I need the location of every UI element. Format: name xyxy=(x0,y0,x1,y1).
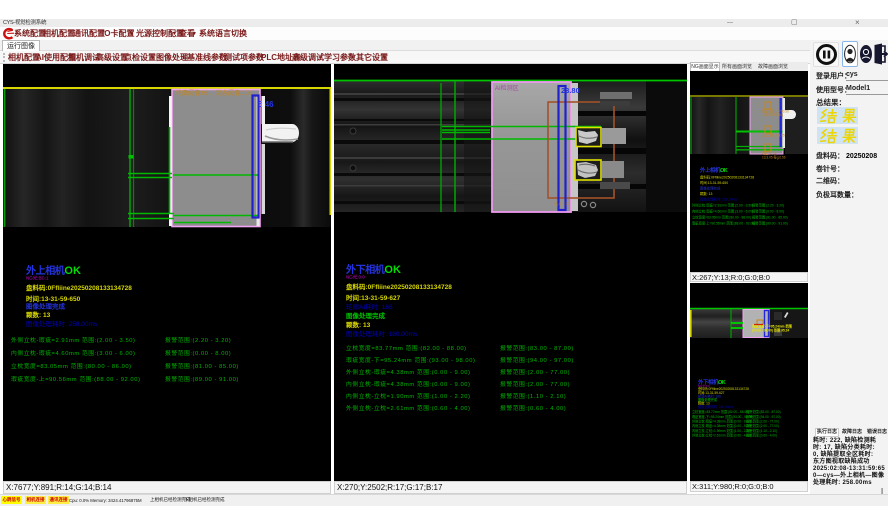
svg-text:报警范围:(0.60 - 4.00): 报警范围:(0.60 - 4.00) xyxy=(746,433,777,438)
svg-text:图像处理完成: 图像处理完成 xyxy=(26,302,66,311)
svg-text:时间:13-31-59-627: 时间:13-31-59-627 xyxy=(346,293,401,302)
svg-text:外侧立枕-瑕疵=2.91mm 范围:(2.00 - 3.50: 外侧立枕-瑕疵=2.91mm 范围:(2.00 - 3.50) xyxy=(692,203,753,208)
svg-text:报警范围:(0.00 - 8.00): 报警范围:(0.00 - 8.00) xyxy=(752,209,784,214)
svg-text:报警范围:(2.00 - 77.00): 报警范围:(2.00 - 77.00) xyxy=(500,368,570,376)
svg-text:外侧立枕-立枕=2.61mm 范围:(0.60 - 4.00: 外侧立枕-立枕=2.61mm 范围:(0.60 - 4.00) xyxy=(692,433,751,438)
svg-text:报警范围:(1.10 - 2.10): 报警范围:(1.10 - 2.10) xyxy=(746,428,777,433)
svg-text:报警范围:(2.00 - 77.00): 报警范围:(2.00 - 77.00) xyxy=(746,423,779,428)
svg-text:轮廓阈值:93， 动态阈值:100: 轮廓阈值:93， 动态阈值:100 xyxy=(176,89,252,97)
svg-text:盘料码:0Ffliine20250208133134728: 盘料码:0Ffliine20250208133134728 xyxy=(700,175,754,180)
svg-text:时间:13-31-59-650: 时间:13-31-59-650 xyxy=(700,180,728,185)
svg-text:图像处理完成: 图像处理完成 xyxy=(700,186,721,191)
svg-text:图像处理耗时: 180.00ms: 图像处理耗时: 180.00ms xyxy=(346,329,418,338)
svg-text:报警范围:(83.00 - 87.00): 报警范围:(83.00 - 87.00) xyxy=(746,409,781,414)
svg-text:外侧立枕-立枕=2.61mm 范围:(0.60 - 4.00: 外侧立枕-立枕=2.61mm 范围:(0.60 - 4.00) xyxy=(346,404,470,412)
svg-text:报警范围:(89.00 - 91.00): 报警范围:(89.00 - 91.00) xyxy=(752,221,788,226)
svg-text:内侧立枕-立枕=1.90mm 范围:(1.00 - 2.20: 内侧立枕-立枕=1.90mm 范围:(1.00 - 2.20) xyxy=(692,428,751,433)
svg-text:AI检测区: AI检测区 xyxy=(495,84,519,92)
svg-text:外上相机OK: 外上相机OK xyxy=(700,166,728,174)
svg-text:内侧立枕-瑕疵=4.60mm 范围:(3.00 - 6.00: 内侧立枕-瑕疵=4.60mm 范围:(3.00 - 6.00) xyxy=(692,209,753,214)
svg-text:颗数: 13: 颗数: 13 xyxy=(700,191,713,196)
svg-text:报警范围:(83.00 - 87.00): 报警范围:(83.00 - 87.00) xyxy=(500,344,574,352)
svg-text:外侧立枕-瑕疵=4.38mm 范围:(0.00 - 9.00: 外侧立枕-瑕疵=4.38mm 范围:(0.00 - 9.00) xyxy=(346,368,470,376)
svg-text:报警范围:(81.00 - 85.00): 报警范围:(81.00 - 85.00) xyxy=(165,362,239,370)
svg-text:NG光:BC:1: NG光:BC:1 xyxy=(26,275,49,282)
svg-text:立枕宽度=83.77mm 范围:(82.00 - 88.00: 立枕宽度=83.77mm 范围:(82.00 - 88.00) xyxy=(346,344,467,352)
svg-text:报警范围:(2.00 - 77.00): 报警范围:(2.00 - 77.00) xyxy=(746,419,779,424)
svg-text:13,3.05 每g,0.56: 13,3.05 每g,0.56 xyxy=(762,155,786,160)
svg-text:报警范围:(94.00 - 97.00): 报警范围:(94.00 - 97.00) xyxy=(500,356,574,364)
svg-text:外侧立枕-瑕疵=2.91mm 范围:(2.00 - 3.50: 外侧立枕-瑕疵=2.91mm 范围:(2.00 - 3.50) xyxy=(11,336,135,344)
svg-text:内侧立枕-瑕疵=4.38mm 范围:(0.00 - 9.00: 内侧立枕-瑕疵=4.38mm 范围:(0.00 - 9.00) xyxy=(692,423,751,428)
svg-text:23.80: 23.80 xyxy=(561,86,580,95)
svg-text:图像处理耗时: 258.00ms: 图像处理耗时: 258.00ms xyxy=(26,319,98,328)
svg-text:5.46: 5.46 xyxy=(258,100,274,109)
svg-text:报警范围:(0.60 - 4.00): 报警范围:(0.60 - 4.00) xyxy=(500,404,566,412)
svg-text:图像处理耗时: 180.00ms: 图像处理耗时: 180.00ms xyxy=(698,404,733,409)
svg-text:报警范围:(94.00 - 97.00): 报警范围:(94.00 - 97.00) xyxy=(746,414,781,419)
svg-text:外侧立枕-瑕疵=4.38mm 范围:(0.00 - 9.00: 外侧立枕-瑕疵=4.38mm 范围:(0.00 - 9.00) xyxy=(692,419,751,424)
svg-text:瑕疵宽度-下=95.24mm 范围:(93.00 - 98.: 瑕疵宽度-下=95.24mm 范围:(93.00 - 98.00) xyxy=(346,356,475,364)
svg-text:瑕疵宽度-下=95.24mm 范围:(93.00 - 98.: 瑕疵宽度-下=95.24mm 范围:(93.00 - 98.00) xyxy=(692,414,753,419)
svg-text:内侧立枕-瑕疵=4.60mm 范围:(3.00 - 6.00: 内侧立枕-瑕疵=4.60mm 范围:(3.00 - 6.00) xyxy=(11,349,135,357)
svg-text:轮廓AI耗时: 166: 轮廓AI耗时: 166 xyxy=(346,302,393,311)
svg-text:颗数: 13: 颗数: 13 xyxy=(26,310,51,319)
svg-text:NG光:0:0: NG光:0:0 xyxy=(346,274,365,281)
svg-text:立枕宽度=83.05mm 范围:(80.00 - 86.00: 立枕宽度=83.05mm 范围:(80.00 - 86.00) xyxy=(692,215,751,220)
svg-text:(93.00 - 98.00) 范围:95.24: (93.00 - 98.00) 范围:95.24 xyxy=(752,328,789,333)
svg-text:报警范围:(81.00 - 85.00): 报警范围:(81.00 - 85.00) xyxy=(752,215,788,220)
svg-text:报警范围:(2.20 - 3.20): 报警范围:(2.20 - 3.20) xyxy=(752,203,784,208)
svg-text:报警范围:(89.00 - 91.00): 报警范围:(89.00 - 91.00) xyxy=(165,375,239,383)
svg-text:立枕宽度=83.05: 立枕宽度=83.05 xyxy=(762,133,785,138)
svg-text:盘料码:0Ffliine20250208133134728: 盘料码:0Ffliine20250208133134728 xyxy=(346,282,452,291)
svg-text:瑕疵宽度-上=90.56mm 范围:(88.00 - 92.: 瑕疵宽度-上=90.56mm 范围:(88.00 - 92.00) xyxy=(692,221,755,226)
svg-text:报警范围:(2.00 - 77.00): 报警范围:(2.00 - 77.00) xyxy=(500,380,570,388)
svg-text:内侧立枕-瑕疵=4.38mm 范围:(0.00 - 9.00: 内侧立枕-瑕疵=4.38mm 范围:(0.00 - 9.00) xyxy=(346,380,470,388)
svg-text:颗数: 13: 颗数: 13 xyxy=(346,320,371,329)
svg-text:盘料码:0Ffliine20250208133134728: 盘料码:0Ffliine20250208133134728 xyxy=(26,283,132,292)
svg-text:图像处理完成: 图像处理完成 xyxy=(346,311,386,320)
svg-text:凡.0 1.77: 凡.0 1.77 xyxy=(554,201,571,206)
svg-text:时间:13-31-59-650: 时间:13-31-59-650 xyxy=(26,294,81,303)
svg-text:瑕疵宽度-上=90.56mm 范围:(88.00 - 92.: 瑕疵宽度-上=90.56mm 范围:(88.00 - 92.00) xyxy=(11,375,140,383)
svg-text:报警范围:(2.20 - 3.20): 报警范围:(2.20 - 3.20) xyxy=(165,336,231,344)
svg-text:报警范围:(1.10 - 2.10): 报警范围:(1.10 - 2.10) xyxy=(500,392,566,400)
svg-text:内侧立枕-立枕=1.90mm 范围:(1.00 - 2.20: 内侧立枕-立枕=1.90mm 范围:(1.00 - 2.20) xyxy=(346,392,470,400)
svg-text:图像处理耗时: 258.00ms: 图像处理耗时: 258.00ms xyxy=(700,197,737,202)
svg-text:立枕宽度=83.05mm 范围:(80.00 - 86.00: 立枕宽度=83.05mm 范围:(80.00 - 86.00) xyxy=(11,362,132,370)
svg-text:报警范围:(0.00 - 8.00): 报警范围:(0.00 - 8.00) xyxy=(165,349,231,357)
svg-text:立枕宽度=83.77mm 范围:(82.00 - 88.00: 立枕宽度=83.77mm 范围:(82.00 - 88.00) xyxy=(692,409,749,414)
svg-text:(88.00-92.00): (88.00-92.00) xyxy=(764,113,783,117)
